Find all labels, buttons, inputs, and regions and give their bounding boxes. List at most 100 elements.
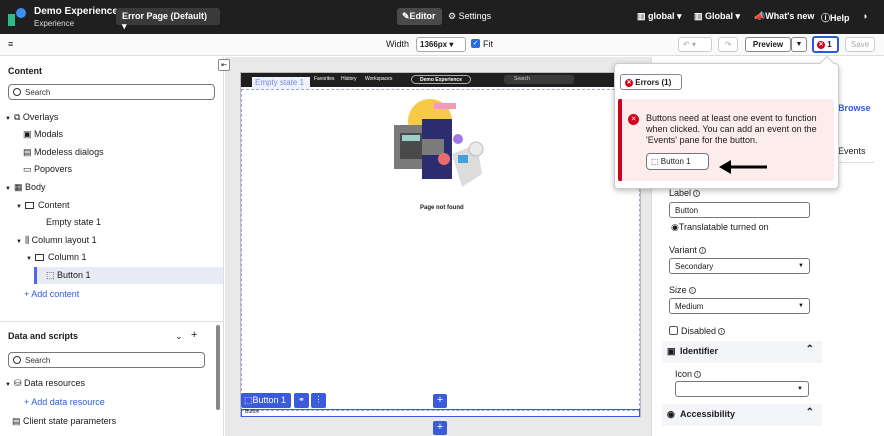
width-label: Width	[386, 39, 410, 49]
info-icon: i	[718, 328, 726, 336]
chevron-down-icon: ▼	[795, 41, 803, 48]
identifier-section[interactable]: ▣ Identifier ⌃	[662, 341, 822, 363]
body-icon: ▦	[13, 182, 23, 192]
add-content-link[interactable]: + Add content	[24, 289, 79, 299]
browse-link[interactable]: Browse	[838, 103, 871, 113]
more-vertical-icon[interactable]: ⋮	[311, 393, 326, 408]
add-below-button[interactable]: +	[433, 421, 447, 435]
collapse-panel-icon[interactable]: ⇤	[218, 59, 230, 71]
help-icon: ⓘ	[821, 13, 831, 23]
tree-item-empty-state[interactable]: Empty state 1	[46, 217, 101, 227]
tree-item-modeless-dialogs[interactable]: ▤ Modeless dialogs	[23, 147, 104, 158]
accessibility-section[interactable]: ◉ Accessibility ⌃	[662, 404, 822, 426]
tree-item-modals[interactable]: ▣ Modals	[23, 129, 63, 140]
width-select[interactable]: 1366px ▾	[416, 37, 466, 52]
scope-global-lower[interactable]: ▥ global ▾	[637, 11, 682, 22]
content-search-input[interactable]: Search	[8, 84, 215, 100]
add-inside-button[interactable]: +	[433, 394, 447, 408]
tree-label: Body	[24, 182, 46, 192]
chevron-up-icon: ⌃	[805, 344, 814, 355]
variant-select[interactable]: Secondary ▼	[669, 258, 810, 274]
add-icon[interactable]: +	[191, 329, 197, 341]
fit-checkbox[interactable]: ✓	[471, 39, 480, 48]
undo-button[interactable]: ↶ ▾	[678, 37, 712, 52]
accessibility-title: Accessibility	[680, 409, 736, 419]
tree-label: Column 1	[47, 252, 87, 262]
redo-button[interactable]: ↷	[718, 37, 738, 52]
column-layout-icon: ⫼	[24, 235, 30, 245]
errors-tab[interactable]: ✕ Errors (1)	[620, 74, 682, 90]
tree-item-overlays[interactable]: ▼ ⧉ Overlays	[5, 112, 58, 123]
label-input[interactable]: Button	[669, 202, 810, 218]
frame-nav-favorites: Favorites	[314, 76, 335, 82]
page-not-found-text: Page not found	[420, 205, 464, 211]
disabled-checkbox[interactable]	[669, 326, 678, 335]
add-content-label: Add content	[31, 289, 80, 299]
container-icon	[24, 202, 34, 209]
caret-down-icon: ▾	[122, 21, 127, 31]
chevron-down-icon[interactable]: ⌄	[175, 331, 183, 342]
width-select-value: 1366px	[420, 40, 448, 49]
pencil-icon: ✎	[402, 11, 410, 21]
button-icon: ⬚	[244, 395, 253, 405]
info-icon: i	[693, 190, 701, 198]
error-message-text: Buttons need at least one event to funct…	[646, 113, 817, 145]
errors-tab-label: Errors (1)	[635, 78, 672, 87]
link-icon[interactable]: ⚭	[294, 393, 309, 408]
tab-settings-label: Settings	[458, 11, 492, 21]
tree-item-column[interactable]: ▼ Column 1	[26, 252, 86, 262]
modal-icon: ▣	[23, 129, 32, 139]
tree-label: Data resources	[24, 378, 86, 388]
errors-button[interactable]: ✕ 1	[812, 36, 839, 53]
tree-item-client-state[interactable]: ▤ Client state parameters	[12, 416, 116, 427]
scope-global-label: Global	[705, 11, 734, 21]
tab-editor[interactable]: ✎Editor	[397, 8, 442, 25]
menu-icon[interactable]: ≡	[8, 39, 13, 49]
theme-toggle-icon[interactable]: ◑	[862, 11, 867, 21]
tree-label: Empty state 1	[46, 217, 102, 227]
left-panel-scrollbar[interactable]	[216, 325, 220, 410]
dialog-icon: ▤	[23, 147, 32, 157]
empty-state-tag: Empty state 1	[252, 77, 310, 89]
selected-button-outline[interactable]: Button	[241, 409, 640, 417]
tree-label: Popovers	[34, 164, 73, 174]
tab-settings[interactable]: ⚙ Settings	[448, 11, 491, 22]
identifier-title: Identifier	[680, 346, 719, 356]
save-button[interactable]: Save	[845, 37, 875, 52]
scope-global[interactable]: ▥ Global ▾	[694, 11, 740, 22]
data-search-input[interactable]: Search	[8, 352, 205, 368]
add-data-resource-link[interactable]: + Add data resource	[24, 397, 105, 407]
page-select[interactable]: Error Page (Default) ▾	[116, 8, 220, 31]
tree-item-body[interactable]: ▼ ▦ Body	[5, 182, 46, 193]
frame-nav-pill: Demo Experience	[411, 75, 471, 84]
disabled-label: Disabled i	[681, 326, 726, 336]
chevron-up-icon: ⌃	[805, 407, 814, 418]
redo-icon: ↷	[724, 40, 732, 49]
app-subtitle: Experience	[34, 19, 75, 28]
accessibility-icon: ◉	[667, 409, 675, 419]
panel-divider	[0, 321, 224, 322]
selected-button-chip[interactable]: ⬚Button 1	[241, 393, 291, 408]
whats-new-link[interactable]: 📣What's new	[754, 11, 814, 22]
help-label: Help	[830, 13, 850, 23]
preview-dropdown-button[interactable]: ▼	[791, 37, 807, 52]
tab-events[interactable]: Events	[838, 146, 866, 156]
tree-item-data-resources[interactable]: ▼ ⛁ Data resources	[5, 378, 85, 389]
tree-item-column-layout[interactable]: ▼ ⫼ Column layout 1	[16, 235, 97, 246]
tree-item-content[interactable]: ▼ Content	[16, 200, 69, 210]
tree-item-button[interactable]: ⬚ Button 1	[46, 270, 91, 281]
frame-nav-history: History	[341, 76, 357, 82]
help-link[interactable]: ⓘHelp	[821, 11, 850, 24]
error-button-chip[interactable]: ⬚ Button 1	[646, 153, 709, 170]
page-select-label: Error Page (Default)	[122, 11, 208, 21]
icon-field-label: Icon i	[675, 369, 702, 379]
label-field-label: Label i	[669, 188, 701, 198]
preview-button[interactable]: Preview	[745, 37, 791, 52]
tree-label: Modeless dialogs	[34, 147, 104, 157]
client-state-icon: ▤	[12, 416, 21, 426]
icon-select[interactable]: ▼	[675, 381, 809, 397]
size-select[interactable]: Medium ▼	[669, 298, 810, 314]
tree-item-popovers[interactable]: ▭ Popovers	[23, 164, 72, 175]
container-icon	[34, 254, 44, 261]
error-icon: ✕	[817, 40, 825, 49]
